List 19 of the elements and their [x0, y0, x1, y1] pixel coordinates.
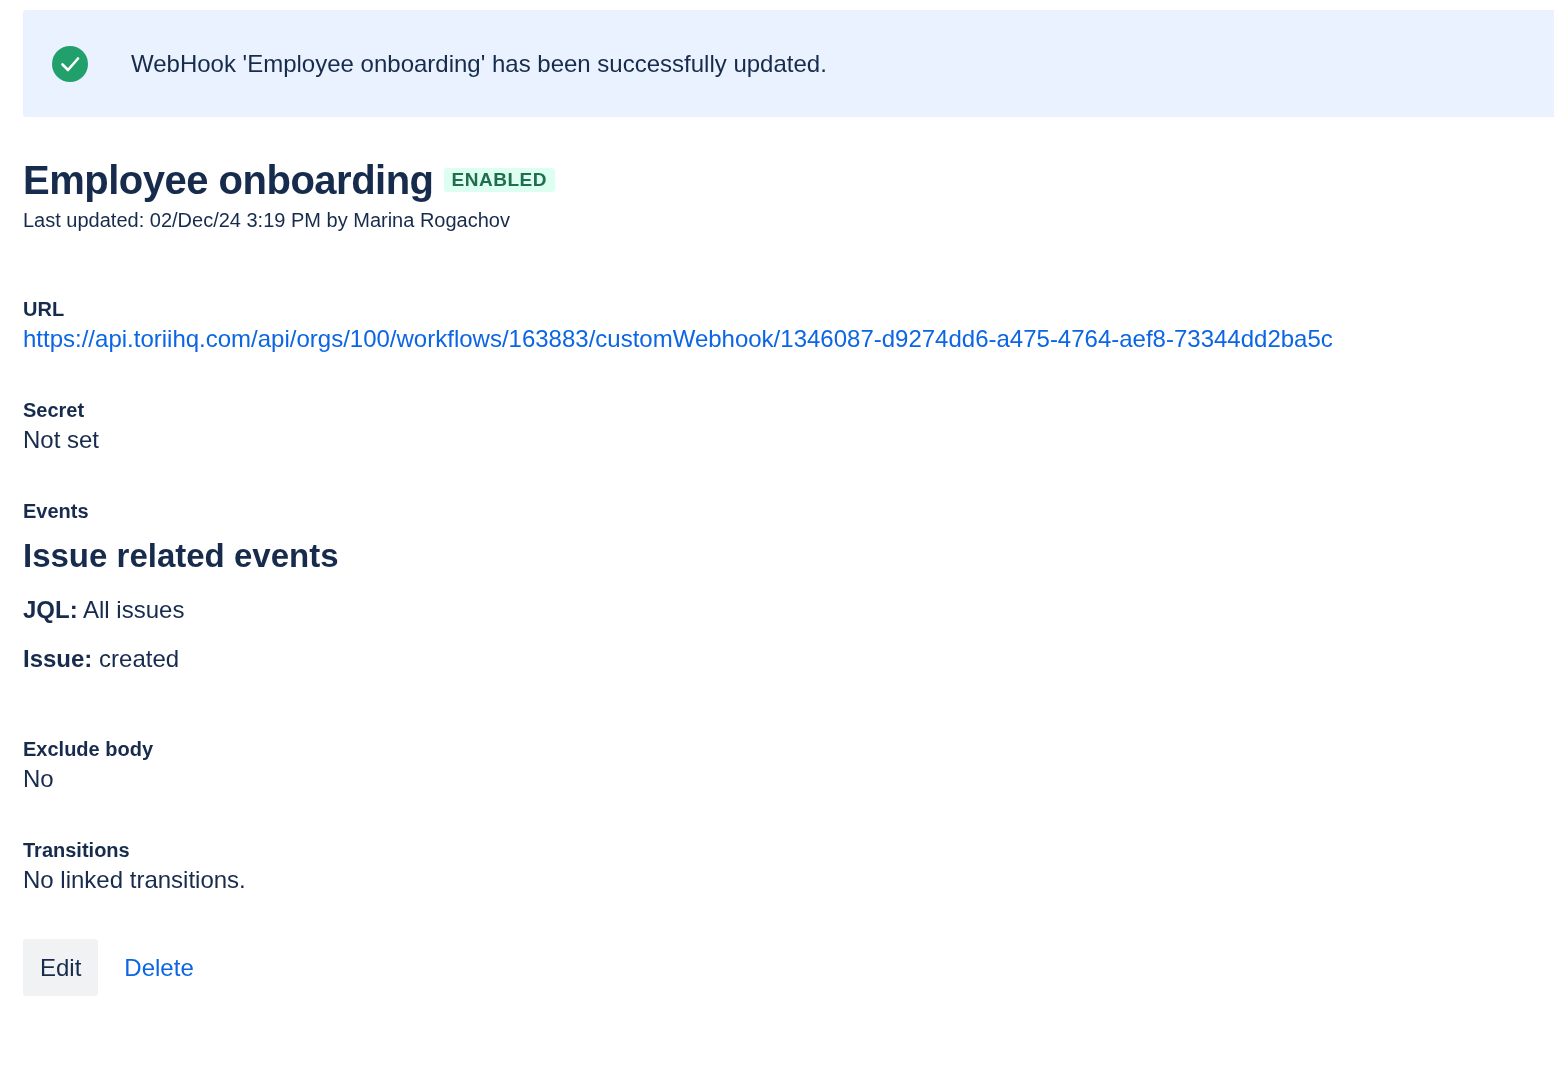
field-label: Transitions: [23, 838, 131, 862]
event-entry: Issue: created: [23, 644, 181, 674]
webhook-title: Employee onboarding: [23, 157, 434, 203]
edit-button[interactable]: Edit: [23, 939, 99, 996]
check-icon: [52, 45, 88, 82]
events-heading: Issue related events: [23, 536, 340, 576]
field-label: Exclude body: [23, 737, 155, 761]
field-value: Not set: [23, 425, 101, 455]
field-label: Secret: [23, 398, 86, 422]
last-updated-text: Last updated: 02/Dec/24 3:19 PM by Marina Rogachov: [23, 208, 511, 232]
event-entry: JQL: All issues: [23, 595, 186, 625]
field-label: Events: [23, 499, 90, 523]
field-value: No linked transitions.: [23, 865, 247, 895]
status-lozenge: ENABLED: [443, 168, 555, 192]
url-link[interactable]: https://api.toriihq.com/api/orgs/100/workflows/163883/customWebhook/1346087-d9274dd6-a475-4764-aef8-73344dd2ba5c: [23, 324, 1554, 354]
delete-link[interactable]: Delete: [124, 953, 194, 982]
field-value: No: [23, 764, 55, 794]
banner-message: WebHook 'Employee onboarding' has been successfully updated.: [131, 49, 827, 78]
field-label: URL: [23, 297, 66, 321]
